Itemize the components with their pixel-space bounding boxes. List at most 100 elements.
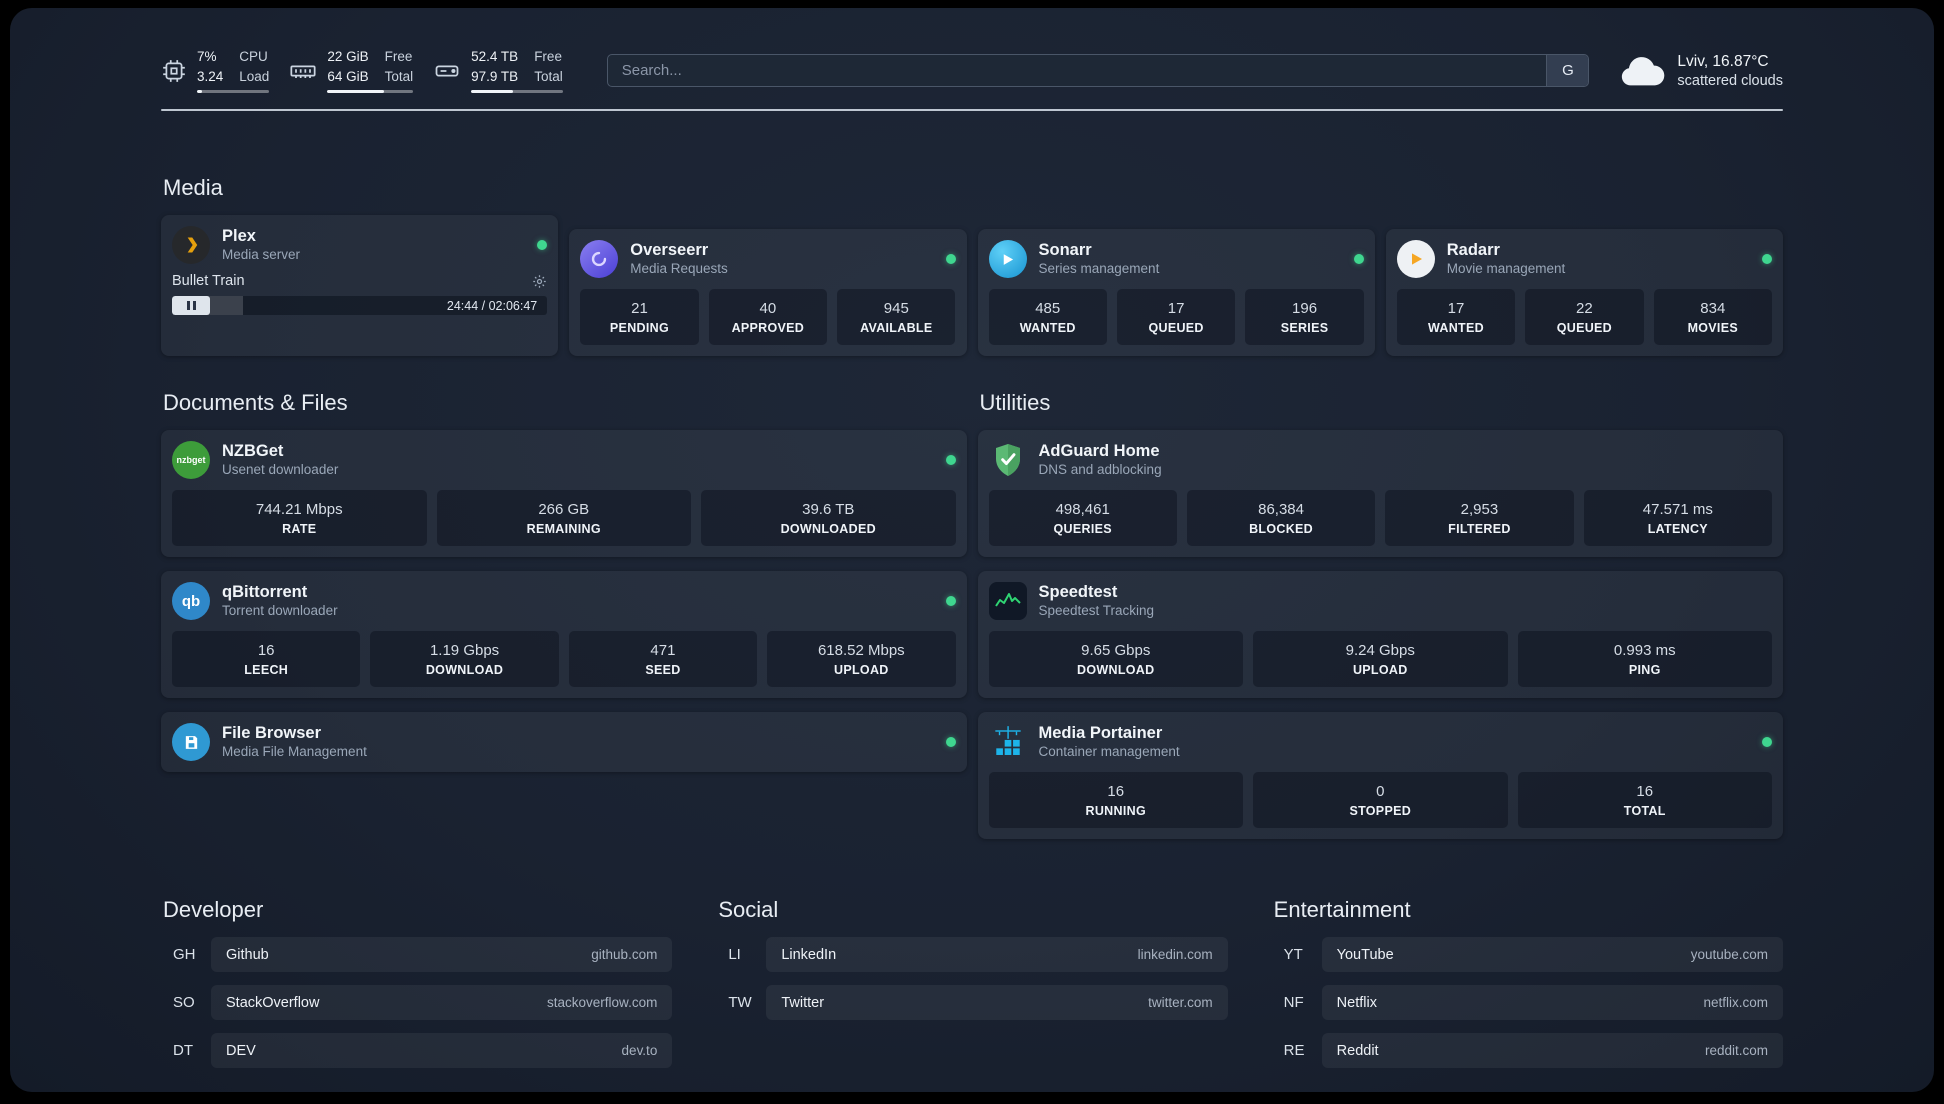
nzbget-link[interactable]: nzbget NZBGet Usenet downloader xyxy=(172,441,956,480)
bookmark-reddit[interactable]: Reddit reddit.com xyxy=(1321,1033,1783,1069)
gear-icon[interactable] xyxy=(532,274,547,289)
stat-label: RUNNING xyxy=(1085,803,1146,818)
bookmark-twitter[interactable]: Twitter twitter.com xyxy=(766,985,1228,1021)
speedtest-card: Speedtest Speedtest Tracking 9.65 Gbps D… xyxy=(977,571,1783,699)
app-subtitle: Media server xyxy=(222,247,301,263)
cpu-load-value: 3.24 xyxy=(197,68,224,84)
bookmark-name: Reddit xyxy=(1336,1042,1379,1059)
app-subtitle: Container management xyxy=(1038,744,1180,760)
bookmark-netflix[interactable]: Netflix netflix.com xyxy=(1321,985,1783,1021)
stat-label: STOPPED xyxy=(1349,803,1412,818)
bookmark-github[interactable]: Github github.com xyxy=(211,937,673,973)
app-name: Sonarr xyxy=(1038,240,1092,259)
stat-tile: 16 RUNNING xyxy=(988,772,1243,829)
qbittorrent-icon: qb xyxy=(172,582,210,621)
stat-label: LEECH xyxy=(244,662,289,677)
stat-value: 0 xyxy=(1376,782,1385,800)
weather-condition: scattered clouds xyxy=(1677,72,1783,89)
nzbget-card: nzbget NZBGet Usenet downloader 744.21 M… xyxy=(161,430,967,558)
stat-tile: 9.24 Gbps UPLOAD xyxy=(1253,631,1508,688)
weather-widget[interactable]: Lviv, 16.87°C scattered clouds xyxy=(1619,53,1783,89)
section-title-developer: Developer xyxy=(163,897,264,923)
plex-link[interactable]: Plex Media server xyxy=(172,226,548,265)
app-subtitle: Torrent downloader xyxy=(222,603,338,619)
bookmark-domain: stackoverflow.com xyxy=(547,995,658,1011)
bookmark-linkedin[interactable]: LinkedIn linkedin.com xyxy=(766,937,1228,973)
search-bar: G xyxy=(606,54,1590,88)
pause-button[interactable] xyxy=(172,296,210,316)
stat-label: REMAINING xyxy=(526,521,601,536)
bookmark-domain: github.com xyxy=(591,947,658,963)
top-bar: 7% 3.24 CPU Load 22 GiB 64 GiB Free Tota… xyxy=(161,48,1783,94)
stat-value: 22 xyxy=(1576,299,1593,317)
bookmark-abbr: DT xyxy=(173,1042,193,1060)
app-subtitle: Series management xyxy=(1038,261,1160,277)
bookmark-domain: linkedin.com xyxy=(1137,947,1213,963)
social-bookmarks: Social LI LinkedIn linkedin.com TW Twitt… xyxy=(716,897,1228,1081)
bookmark-stackoverflow[interactable]: StackOverflow stackoverflow.com xyxy=(211,985,673,1021)
topbar-divider xyxy=(161,109,1783,112)
cpu-chip-icon xyxy=(161,58,187,84)
sonarr-link[interactable]: Sonarr Series management xyxy=(988,240,1364,279)
bookmark-dev[interactable]: DEV dev.to xyxy=(211,1033,673,1069)
status-dot xyxy=(945,254,956,265)
stat-value: 485 xyxy=(1035,299,1061,317)
plex-now-playing: Bullet Train 24:44 / 02:06:47 xyxy=(172,273,548,316)
stat-tile: 16 LEECH xyxy=(172,631,361,688)
cpu-load-label: Load xyxy=(239,68,270,84)
stat-value: 40 xyxy=(759,299,777,317)
disk-total: 97.9 TB xyxy=(471,68,519,84)
radarr-link[interactable]: Radarr Movie management xyxy=(1396,240,1772,279)
section-title-documents: Documents & Files xyxy=(163,390,348,416)
stat-tile: 744.21 Mbps RATE xyxy=(172,490,427,547)
bookmark-row: RE Reddit reddit.com xyxy=(1272,1033,1783,1069)
stat-label: TOTAL xyxy=(1623,803,1666,818)
overseerr-card: Overseerr Media Requests 21 PENDING 40 A… xyxy=(569,229,967,357)
section-title-social: Social xyxy=(718,897,779,923)
overseerr-link[interactable]: Overseerr Media Requests xyxy=(580,240,956,279)
stat-value: 9.24 Gbps xyxy=(1345,641,1415,659)
adguard-link[interactable]: AdGuard Home DNS and adblocking xyxy=(989,441,1773,479)
stat-tile: 17 WANTED xyxy=(1396,289,1516,346)
disk-free: 52.4 TB xyxy=(471,49,519,64)
app-subtitle: Media Requests xyxy=(630,261,728,277)
section-title-utilities: Utilities xyxy=(979,390,1051,416)
disk-free-label: Free xyxy=(534,49,562,64)
memory-total: 64 GiB xyxy=(327,68,369,84)
bookmark-domain: reddit.com xyxy=(1704,1043,1768,1059)
bookmark-row: NF Netflix netflix.com xyxy=(1272,985,1783,1021)
disk-widget: 52.4 TB 97.9 TB Free Total xyxy=(433,48,563,94)
status-dot xyxy=(945,737,956,748)
speedtest-link[interactable]: Speedtest Speedtest Tracking xyxy=(988,582,1773,621)
stat-label: AVAILABLE xyxy=(860,320,933,335)
sonarr-card: Sonarr Series management 485 WANTED 17 Q… xyxy=(977,229,1375,357)
filebrowser-link[interactable]: File Browser Media File Management xyxy=(172,723,956,762)
bookmark-domain: twitter.com xyxy=(1148,995,1213,1011)
cloud-icon xyxy=(1619,54,1665,88)
search-input[interactable] xyxy=(607,55,1547,87)
stat-tile: 17 QUEUED xyxy=(1116,289,1236,346)
stat-tile: 196 SERIES xyxy=(1245,289,1364,346)
stat-value: 17 xyxy=(1447,299,1465,317)
portainer-link[interactable]: Media Portainer Container management xyxy=(989,723,1772,761)
stat-value: 0.993 ms xyxy=(1613,641,1676,659)
bookmark-row: YT YouTube youtube.com xyxy=(1272,937,1783,973)
disk-total-label: Total xyxy=(534,68,563,84)
stat-tile: 16 TOTAL xyxy=(1517,772,1772,829)
stat-label: FILTERED xyxy=(1448,521,1511,536)
nzbget-icon: nzbget xyxy=(172,441,210,480)
memory-total-label: Total xyxy=(384,68,414,84)
stat-value: 16 xyxy=(1107,782,1125,800)
stat-label: UPLOAD xyxy=(834,662,889,677)
stat-value: 196 xyxy=(1292,299,1318,317)
stat-label: QUEUED xyxy=(1556,320,1612,335)
stat-tile: 39.6 TB DOWNLOADED xyxy=(701,490,956,547)
overseerr-icon xyxy=(580,240,619,279)
stat-label: PING xyxy=(1628,662,1661,677)
memory-free-label: Free xyxy=(384,49,413,64)
bookmark-youtube[interactable]: YouTube youtube.com xyxy=(1321,937,1783,973)
qbittorrent-link[interactable]: qb qBittorrent Torrent downloader xyxy=(172,582,956,621)
search-provider-button[interactable]: G xyxy=(1546,55,1589,87)
documents-column: Documents & Files nzbget NZBGet Usenet d… xyxy=(161,390,967,773)
stat-tile: 47.571 ms LATENCY xyxy=(1583,490,1772,547)
